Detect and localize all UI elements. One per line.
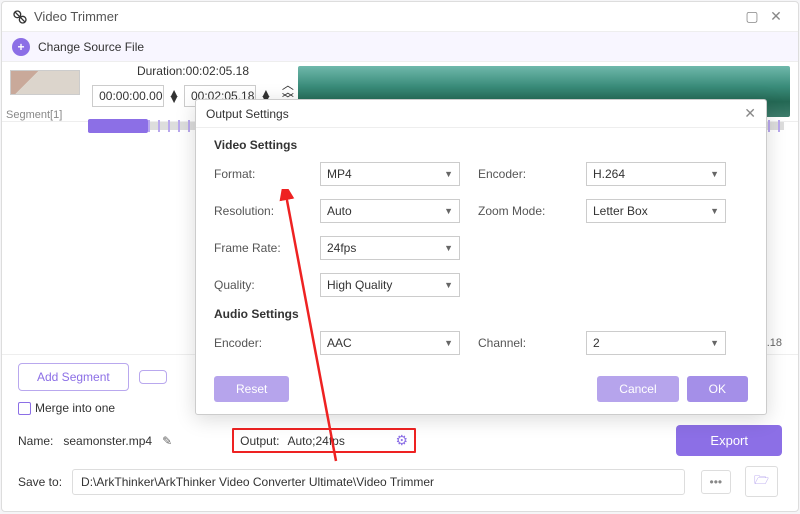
name-label: Name: [18,434,53,448]
dialog-close-icon[interactable]: ✕ [744,105,756,122]
encoder-select[interactable]: H.264▼ [586,162,726,186]
open-folder-icon[interactable]: 🗁 [745,466,778,497]
clip-thumbnail[interactable] [10,70,80,95]
segment-label: Segment[1] [2,103,72,121]
encoder-label: Encoder: [478,167,568,181]
start-time-input[interactable]: 00:00:00.00 [92,85,164,107]
zoom-label: Zoom Mode: [478,204,568,218]
export-button[interactable]: Export [676,425,782,456]
resolution-select[interactable]: Auto▼ [320,199,460,223]
save-to-label: Save to: [18,475,62,489]
titlebar: Video Trimmer ▢ ✕ [2,2,798,32]
quality-label: Quality: [214,278,302,292]
ok-button[interactable]: OK [687,376,748,402]
channel-select[interactable]: 2▼ [586,331,726,355]
duration-label: Duration: [137,64,186,78]
output-settings-gear-icon[interactable]: ⚙ [395,432,408,449]
framerate-label: Frame Rate: [214,241,302,255]
close-button[interactable]: ✕ [764,5,788,29]
end-timecode-overlay: .18 [767,337,782,349]
app-title: Video Trimmer [34,9,740,24]
output-label: Output: [240,434,279,448]
change-source-label[interactable]: Change Source File [38,40,144,54]
minimize-button[interactable]: ▢ [740,5,764,29]
audio-encoder-label: Encoder: [214,336,302,350]
add-source-icon[interactable]: + [12,38,30,56]
merge-checkbox[interactable]: Merge into one [18,401,115,415]
dialog-title: Output Settings [206,107,289,121]
output-value: Auto;24fps [287,434,387,448]
app-logo-icon [12,9,28,25]
format-label: Format: [214,167,302,181]
cancel-button[interactable]: Cancel [597,376,678,402]
quality-select[interactable]: High Quality▼ [320,273,460,297]
more-path-button[interactable]: ••• [701,470,732,494]
format-select[interactable]: MP4▼ [320,162,460,186]
resolution-label: Resolution: [214,204,302,218]
output-highlight-box: Output: Auto;24fps ⚙ [232,428,416,453]
duration-value: 00:02:05.18 [186,64,249,78]
framerate-select[interactable]: 24fps▼ [320,236,460,260]
edit-name-icon[interactable]: ✎ [162,434,172,448]
channel-label: Channel: [478,336,568,350]
audio-encoder-select[interactable]: AAC▼ [320,331,460,355]
zoom-select[interactable]: Letter Box▼ [586,199,726,223]
start-time-spinner[interactable]: ▲▼ [168,90,180,102]
dialog-titlebar: Output Settings ✕ [196,100,766,128]
output-settings-dialog: Output Settings ✕ Video Settings Format:… [195,99,767,415]
save-path-display: D:\ArkThinker\ArkThinker Video Converter… [72,469,684,495]
video-settings-heading: Video Settings [214,138,748,152]
filename-value: seamonster.mp4 [63,434,152,448]
source-bar: + Change Source File [2,32,798,62]
reset-button[interactable]: Reset [214,376,289,402]
secondary-button[interactable] [139,370,167,384]
audio-settings-heading: Audio Settings [214,307,748,321]
add-segment-button[interactable]: Add Segment [18,363,129,391]
